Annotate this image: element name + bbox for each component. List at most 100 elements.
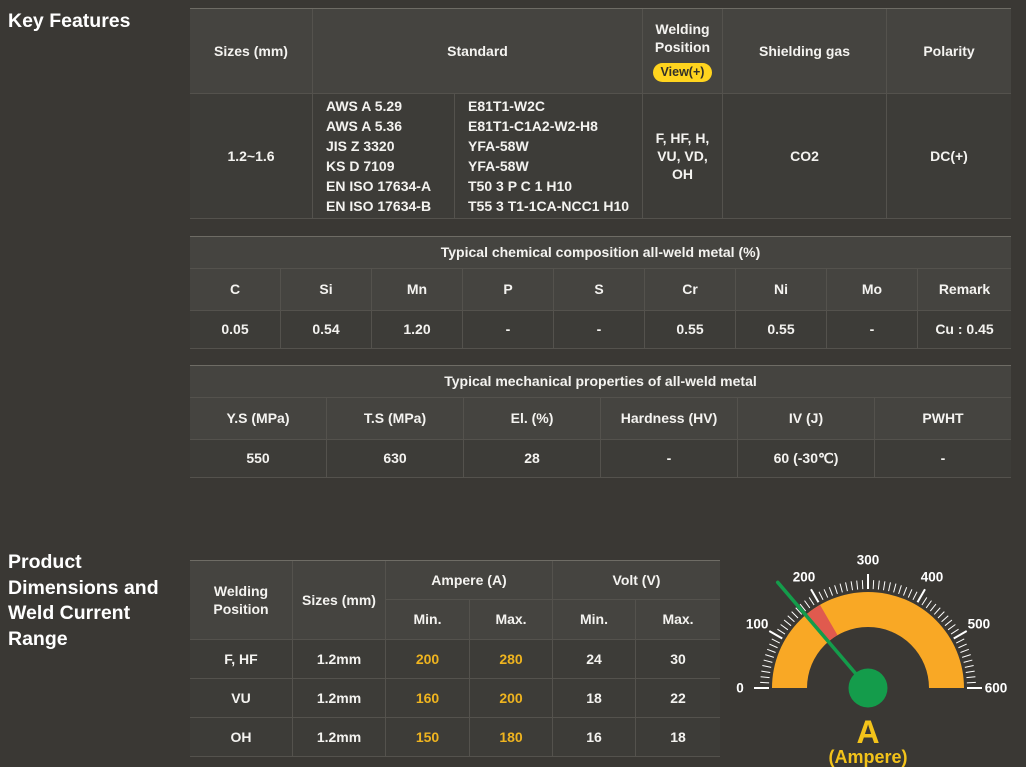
- standard-class: YFA-58W: [468, 138, 529, 154]
- view-plus-button[interactable]: View(+): [652, 62, 713, 82]
- current-range-table: Welding Position Sizes (mm) Ampere (A) V…: [190, 560, 720, 757]
- mech-value: 28: [464, 440, 601, 478]
- chem-header: C: [190, 269, 281, 311]
- polarity-value: DC(+): [887, 94, 1011, 219]
- chem-header: Remark: [918, 269, 1011, 311]
- ampere-gauge: 0 100 200 300 400 500 600 A (Ampere): [730, 552, 1026, 767]
- cr-ampere-min: 150: [386, 718, 470, 757]
- cr-ampere-max: 280: [470, 640, 553, 679]
- svg-text:500: 500: [968, 617, 991, 632]
- chem-value: -: [554, 311, 645, 349]
- cr-ampere-min: 200: [386, 640, 470, 679]
- standard-spec: AWS A 5.29: [326, 98, 402, 114]
- cr-volt-min: 24: [553, 640, 636, 679]
- welding-position-value: F, HF, H, VU, VD, OH: [643, 94, 723, 219]
- col-header-polarity: Polarity: [887, 9, 1011, 94]
- product-spec-page: Key Features Sizes (mm) Standard Welding…: [0, 0, 1026, 767]
- cr-volt-max: 30: [636, 640, 720, 679]
- svg-text:200: 200: [793, 570, 816, 585]
- standard-class: T50 3 P C 1 H10: [468, 178, 573, 194]
- standard-spec: AWS A 5.36: [326, 118, 402, 134]
- gauge-unit-caption: (Ampere): [828, 747, 907, 767]
- svg-text:600: 600: [985, 681, 1008, 696]
- cr-volt-min: 16: [553, 718, 636, 757]
- chem-value: 0.55: [736, 311, 827, 349]
- mech-header: El. (%): [464, 398, 601, 440]
- key-features-table: Sizes (mm) Standard Welding Position Vie…: [190, 8, 1011, 219]
- standard-spec: EN ISO 17634-B: [326, 198, 432, 214]
- cr-position: VU: [190, 679, 293, 718]
- cr-size: 1.2mm: [293, 640, 386, 679]
- cr-header-welding-position: Welding Position: [190, 561, 293, 640]
- col-header-sizes: Sizes (mm): [190, 9, 313, 94]
- cr-volt-max: 22: [636, 679, 720, 718]
- mech-header: IV (J): [738, 398, 875, 440]
- mech-value: -: [601, 440, 738, 478]
- cr-header-sizes: Sizes (mm): [293, 561, 386, 640]
- cr-volt-min: 18: [553, 679, 636, 718]
- chem-header: Si: [281, 269, 372, 311]
- chem-header: Cr: [645, 269, 736, 311]
- mech-header: T.S (MPa): [327, 398, 464, 440]
- mech-header: Hardness (HV): [601, 398, 738, 440]
- cr-volt-max: 18: [636, 718, 720, 757]
- cr-ampere-max: 200: [470, 679, 553, 718]
- section-title-key-features: Key Features: [8, 10, 131, 32]
- standard-spec: KS D 7109: [326, 158, 395, 174]
- cr-size: 1.2mm: [293, 679, 386, 718]
- standard-class: T55 3 T1-1CA-NCC1 H10: [468, 198, 630, 214]
- chem-value: 0.05: [190, 311, 281, 349]
- section-title-product-dimensions: Product Dimensions and Weld Current Rang…: [8, 551, 159, 651]
- mech-header: PWHT: [875, 398, 1011, 440]
- cr-header-ampere: Ampere (A): [386, 561, 553, 600]
- chemical-composition-table: Typical chemical composition all-weld me…: [190, 236, 1011, 349]
- standard-class: YFA-58W: [468, 158, 529, 174]
- svg-text:100: 100: [746, 617, 769, 632]
- chem-header: Mo: [827, 269, 918, 311]
- svg-text:300: 300: [857, 553, 880, 568]
- chem-header: P: [463, 269, 554, 311]
- chem-value: -: [827, 311, 918, 349]
- col-header-shielding-gas: Shielding gas: [723, 9, 887, 94]
- chem-value: -: [463, 311, 554, 349]
- cr-size: 1.2mm: [293, 718, 386, 757]
- standard-class: E81T1-W2C: [468, 98, 546, 114]
- standard-class-list: E81T1-W2C E81T1-C1A2-W2-H8 YFA-58W YFA-5…: [455, 94, 643, 219]
- svg-text:400: 400: [921, 570, 944, 585]
- gauge-unit-label: A: [856, 714, 879, 750]
- cr-header-ampere-min: Min.: [386, 600, 470, 640]
- shielding-gas-value: CO2: [723, 94, 887, 219]
- chem-value: 0.55: [645, 311, 736, 349]
- cr-ampere-max: 180: [470, 718, 553, 757]
- chem-value: 1.20: [372, 311, 463, 349]
- chem-header: Mn: [372, 269, 463, 311]
- col-header-welding-position: Welding Position View(+): [643, 9, 723, 94]
- col-header-standard: Standard: [313, 9, 643, 94]
- chem-header: Ni: [736, 269, 827, 311]
- mech-value: 630: [327, 440, 464, 478]
- standard-class: E81T1-C1A2-W2-H8: [468, 118, 598, 134]
- chem-header: S: [554, 269, 645, 311]
- cr-header-ampere-max: Max.: [470, 600, 553, 640]
- standard-spec-list: AWS A 5.29 AWS A 5.36 JIS Z 3320 KS D 71…: [313, 94, 455, 219]
- standard-spec: JIS Z 3320: [326, 138, 395, 154]
- sizes-value: 1.2~1.6: [190, 94, 313, 219]
- cr-header-volt-min: Min.: [553, 600, 636, 640]
- mech-value: -: [875, 440, 1011, 478]
- cr-position: F, HF: [190, 640, 293, 679]
- cr-header-volt: Volt (V): [553, 561, 720, 600]
- mech-value: 60 (-30℃): [738, 440, 875, 478]
- mechanical-properties-table: Typical mechanical properties of all-wel…: [190, 365, 1011, 478]
- mech-table-caption: Typical mechanical properties of all-wel…: [190, 366, 1011, 398]
- svg-text:0: 0: [736, 681, 744, 696]
- chem-value: 0.54: [281, 311, 372, 349]
- mech-header: Y.S (MPa): [190, 398, 327, 440]
- welding-position-label: Welding Position: [654, 21, 711, 56]
- chem-table-caption: Typical chemical composition all-weld me…: [190, 237, 1011, 269]
- cr-header-volt-max: Max.: [636, 600, 720, 640]
- gauge-dial: 0 100 200 300 400 500 600: [736, 553, 1007, 708]
- standard-spec: EN ISO 17634-A: [326, 178, 432, 194]
- cr-ampere-min: 160: [386, 679, 470, 718]
- mech-value: 550: [190, 440, 327, 478]
- cr-position: OH: [190, 718, 293, 757]
